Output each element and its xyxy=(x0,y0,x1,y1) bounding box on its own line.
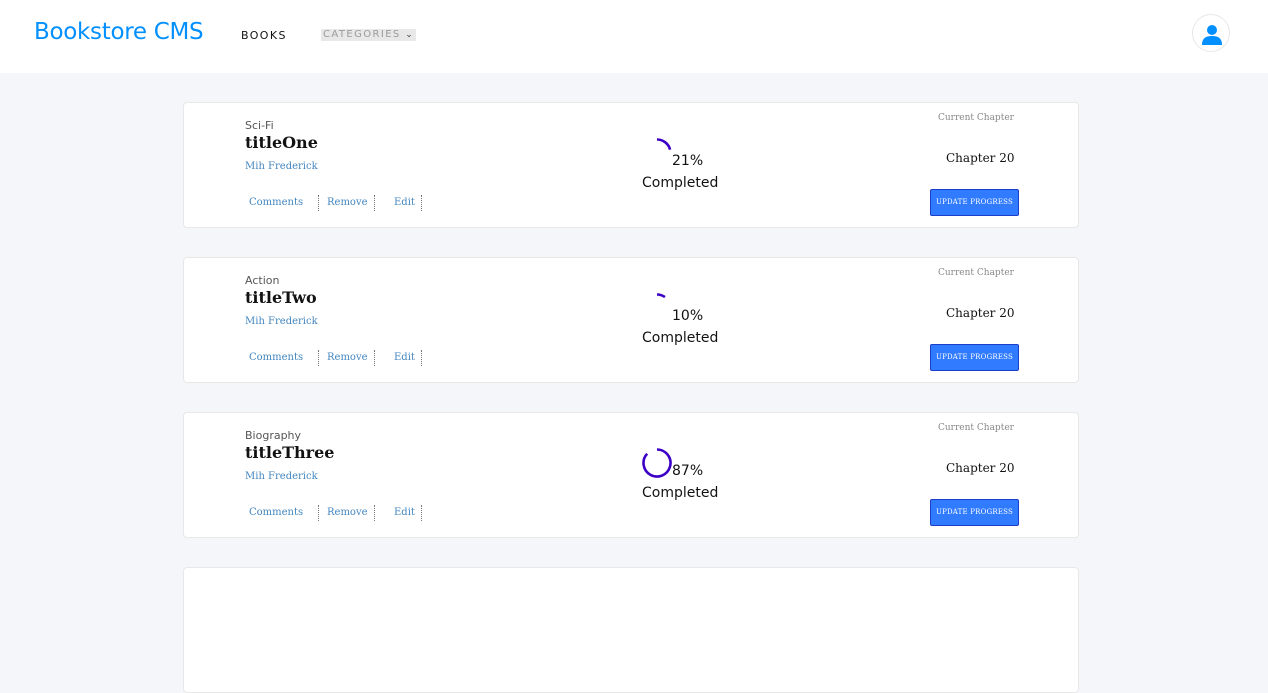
progress-arc xyxy=(642,448,672,478)
book-author[interactable]: Mih Frederick xyxy=(245,161,318,172)
edit-button[interactable]: Edit xyxy=(394,194,415,212)
current-chapter-label: Current Chapter xyxy=(938,423,1014,433)
nav-categories-label: CATEGORIES xyxy=(323,29,401,40)
progress-percent: 10% xyxy=(672,308,704,324)
remove-button[interactable]: Remove xyxy=(327,349,368,367)
current-chapter-label: Current Chapter xyxy=(938,113,1014,123)
comments-button[interactable]: Comments xyxy=(249,349,303,367)
update-progress-button[interactable]: UPDATE PROGRESS xyxy=(930,499,1019,526)
progress-ring xyxy=(656,138,672,151)
book-card: Action titleTwo Mih Frederick Comments R… xyxy=(183,257,1079,383)
action-divider xyxy=(374,350,375,366)
nav-categories-dropdown[interactable]: CATEGORIES ⌄ xyxy=(321,29,417,41)
comments-button[interactable]: Comments xyxy=(249,504,303,522)
book-genre: Action xyxy=(245,274,280,287)
action-divider xyxy=(318,195,319,211)
action-divider xyxy=(318,505,319,521)
brand-logo[interactable]: Bookstore CMS xyxy=(34,19,204,45)
user-icon xyxy=(1202,25,1222,45)
book-genre: Biography xyxy=(245,429,302,442)
book-author[interactable]: Mih Frederick xyxy=(245,316,318,327)
progress-arc xyxy=(656,138,672,151)
nav-books-link[interactable]: BOOKS xyxy=(241,29,287,42)
book-title: titleTwo xyxy=(245,288,317,307)
book-card: Sci-Fi titleOne Mih Frederick Comments R… xyxy=(183,102,1079,228)
book-genre: Sci-Fi xyxy=(245,119,274,132)
action-divider xyxy=(318,350,319,366)
progress-completed-label: Completed xyxy=(642,175,719,191)
action-divider xyxy=(421,195,422,211)
update-progress-button[interactable]: UPDATE PROGRESS xyxy=(930,344,1019,371)
book-card: Biography titleThree Mih Frederick Comme… xyxy=(183,412,1079,538)
progress-ring xyxy=(656,293,666,299)
progress-percent: 21% xyxy=(672,153,704,169)
progress-arc xyxy=(656,293,666,299)
remove-button[interactable]: Remove xyxy=(327,504,368,522)
progress-percent: 87% xyxy=(672,463,704,479)
progress-completed-label: Completed xyxy=(642,485,719,501)
remove-button[interactable]: Remove xyxy=(327,194,368,212)
edit-button[interactable]: Edit xyxy=(394,504,415,522)
update-progress-button[interactable]: UPDATE PROGRESS xyxy=(930,189,1019,216)
action-divider xyxy=(374,195,375,211)
progress-completed-label: Completed xyxy=(642,330,719,346)
action-divider xyxy=(421,505,422,521)
edit-button[interactable]: Edit xyxy=(394,349,415,367)
book-title: titleThree xyxy=(245,443,335,462)
chevron-down-icon: ⌄ xyxy=(405,30,415,40)
top-navbar: Bookstore CMS BOOKS CATEGORIES ⌄ xyxy=(0,0,1268,73)
current-chapter-value: Chapter 20 xyxy=(946,461,1015,475)
progress-ring xyxy=(642,448,672,478)
book-title: titleOne xyxy=(245,133,318,152)
user-avatar-button[interactable] xyxy=(1192,14,1230,52)
comments-button[interactable]: Comments xyxy=(249,194,303,212)
action-divider xyxy=(374,505,375,521)
current-chapter-value: Chapter 20 xyxy=(946,306,1015,320)
book-card xyxy=(183,567,1079,693)
current-chapter-value: Chapter 20 xyxy=(946,151,1015,165)
book-author[interactable]: Mih Frederick xyxy=(245,471,318,482)
action-divider xyxy=(421,350,422,366)
current-chapter-label: Current Chapter xyxy=(938,268,1014,278)
